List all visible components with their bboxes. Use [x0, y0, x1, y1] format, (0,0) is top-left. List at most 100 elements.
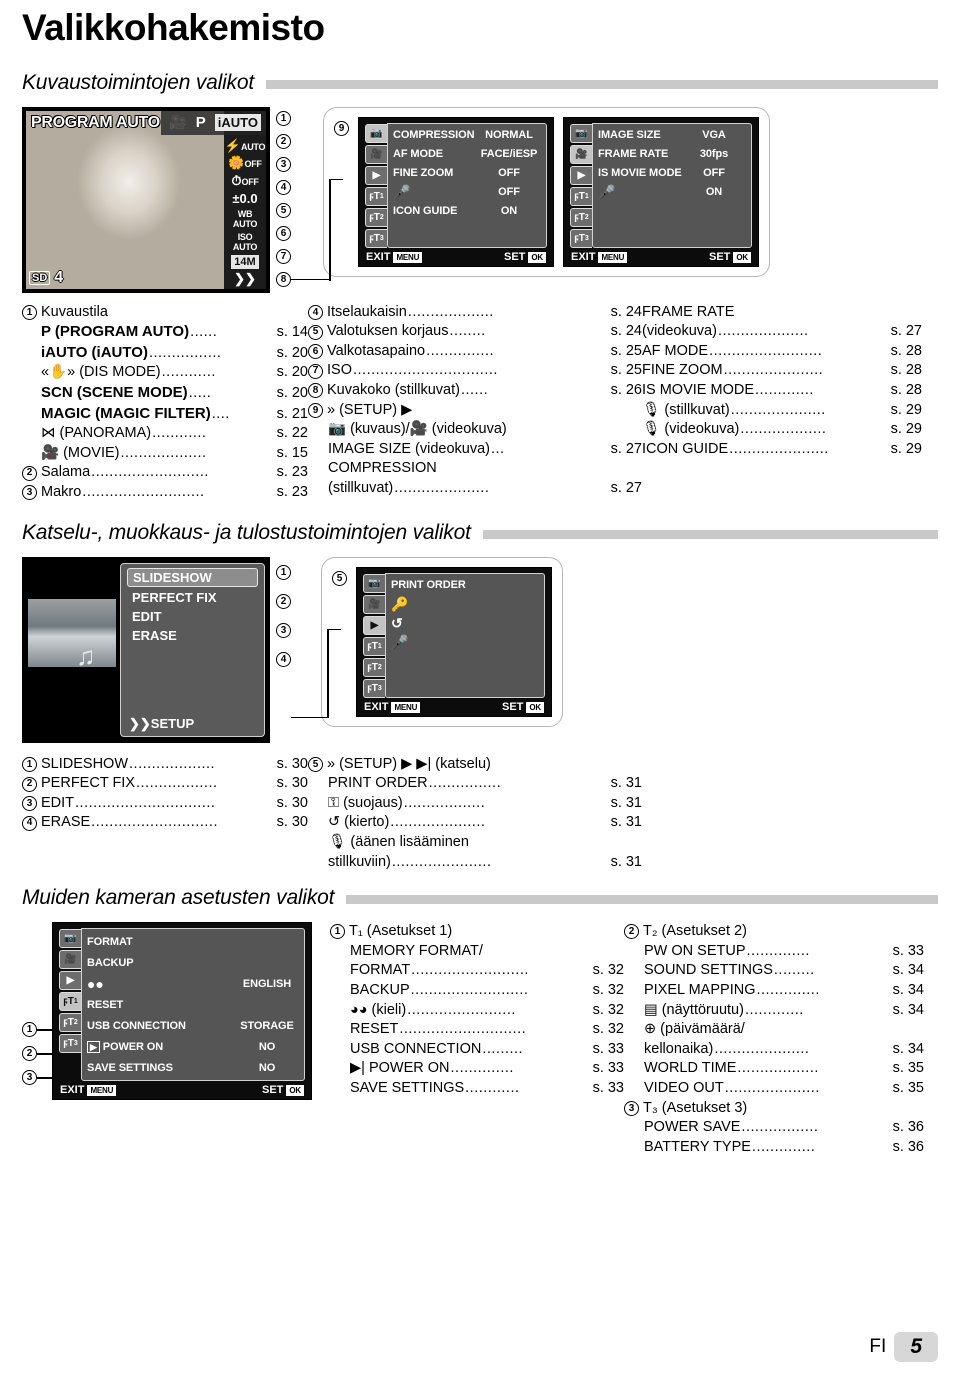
tab-setup-1[interactable]: ϝT 1: [365, 186, 387, 206]
tab-setup-3[interactable]: ϝT 3: [570, 228, 592, 248]
liveview-mode-selector[interactable]: 🎥 P iAUTO: [161, 110, 266, 135]
setup-index-col2: 2 T₂ (Asetukset 2) PW ON SETUP...........…: [624, 922, 924, 1157]
index-row: 5» (SETUP) ▶ ▶| (katselu): [308, 755, 642, 775]
image-size-chip: 14M: [231, 254, 259, 269]
menu-row[interactable]: BACKUP: [87, 952, 299, 973]
menu-row[interactable]: ●● ENGLISH: [87, 973, 299, 994]
tab-setup-2[interactable]: ϝT 2: [59, 1013, 81, 1033]
index-row: WORLD TIME.................. s. 35: [644, 1060, 924, 1077]
menu-row[interactable]: IS MOVIE MODE OFF: [598, 164, 746, 183]
tab-setup-1[interactable]: ϝT 1: [59, 992, 81, 1012]
tab-playback[interactable]: ▶: [365, 165, 387, 185]
menu-row[interactable]: 🎤 OFF: [393, 183, 541, 202]
index-row: SAVE SETTINGS............ s. 33: [350, 1079, 624, 1096]
menu-tabs-movie[interactable]: 📷 🎥 ▶ ϝT 1 ϝT 2 ϝT 3: [570, 123, 592, 248]
tab-setup-2[interactable]: ϝT 2: [363, 657, 385, 677]
menu-row-label: IS MOVIE MODE: [598, 167, 682, 180]
menu-row-value: ON: [705, 186, 723, 199]
playback-menu-item-slideshow[interactable]: SLIDESHOW: [127, 567, 258, 587]
menu-row[interactable]: ICON GUIDE ON: [393, 202, 541, 221]
set-hint[interactable]: SET OK: [262, 1084, 304, 1097]
section-heading-setup: Muiden kameran asetusten valikot: [22, 886, 938, 910]
tab-camera[interactable]: 📷: [59, 929, 81, 949]
mic-icon: 🎤: [598, 183, 616, 200]
set-hint[interactable]: SET OK: [504, 251, 546, 263]
tab-movie[interactable]: 🎥: [570, 144, 592, 164]
menu-row[interactable]: RESET: [87, 994, 299, 1015]
menu-row[interactable]: COMPRESSION NORMAL: [393, 126, 541, 145]
tab-setup-3[interactable]: ϝT 3: [59, 1034, 81, 1054]
tab-setup-2[interactable]: ϝT 2: [365, 207, 387, 227]
menu-row[interactable]: IMAGE SIZE VGA: [598, 126, 746, 145]
index-row: 🎙 (äänen lisääminen: [328, 834, 469, 850]
menu-row-label: FINE ZOOM: [393, 167, 454, 180]
exit-hint[interactable]: EXIT MENU: [60, 1084, 117, 1097]
tab-setup-2[interactable]: ϝT 2: [570, 207, 592, 227]
menu-footer-playback: EXIT MENU SET OK: [363, 698, 545, 713]
index-row: COMPRESSION: [328, 460, 437, 477]
tab-setup-1[interactable]: ϝT 1: [363, 636, 385, 656]
menu-row-value: NO: [258, 1040, 276, 1053]
menu-row[interactable]: PRINT ORDER: [391, 576, 539, 595]
menu-row[interactable]: USB CONNECTION STORAGE: [87, 1015, 299, 1036]
tab-playback[interactable]: ▶: [570, 165, 592, 185]
liveview-screen: PROGRAM AUTO 🎥 P iAUTO ⚡AUTO 🌼OFF ⏱OFF ±…: [22, 106, 270, 293]
playback-menu-item-edit[interactable]: EDIT: [127, 606, 258, 625]
setup-icon[interactable]: ❯❯: [234, 272, 256, 286]
menu-row[interactable]: ↺: [391, 614, 539, 633]
menu-row[interactable]: 🎤: [391, 633, 539, 652]
menu-row[interactable]: 🔑: [391, 595, 539, 614]
menu-tabs-still[interactable]: 📷 🎥 ▶ ϝT 1 ϝT 2 ϝT 3: [365, 123, 387, 248]
menu-row[interactable]: SAVE SETTINGS NO: [87, 1057, 299, 1078]
menu-tabs-setup[interactable]: 📷 🎥 ▶ ϝT 1 ϝT 2 ϝT 3: [59, 928, 81, 1081]
tab-camera[interactable]: 📷: [570, 123, 592, 143]
index-row: 🎙 (stillkuvat)..................... s. 29: [642, 401, 922, 418]
callout-1: 1: [276, 110, 291, 126]
playback-index-col2: 5» (SETUP) ▶ ▶| (katselu) PRINT ORDER...…: [308, 755, 642, 873]
menu-rows-still: COMPRESSION NORMAL AF MODE FACE/iESP FIN…: [387, 122, 547, 248]
menu-row-label: USB CONNECTION: [87, 1019, 186, 1032]
tab-movie[interactable]: 🎥: [59, 950, 81, 970]
menu-tabs-playback[interactable]: 📷 🎥 ▶ ϝT 1 ϝT 2 ϝT 3: [363, 573, 385, 698]
playback-menu-item-erase[interactable]: ERASE: [127, 625, 258, 644]
index-row: MEMORY FORMAT/: [350, 942, 483, 959]
tab-setup-1[interactable]: ϝT 1: [570, 186, 592, 206]
menu-row[interactable]: FINE ZOOM OFF: [393, 164, 541, 183]
tab-playback[interactable]: ▶: [59, 971, 81, 991]
tab-movie[interactable]: 🎥: [363, 594, 385, 614]
exit-hint[interactable]: EXIT MENU: [366, 251, 423, 263]
callout-6: 6: [276, 225, 291, 241]
tab-setup-3[interactable]: ϝT 3: [365, 228, 387, 248]
menu-row[interactable]: ▶ POWER ON NO: [87, 1036, 299, 1057]
tab-movie[interactable]: 🎥: [365, 144, 387, 164]
index-row: 4 ERASE............................ s. 30: [22, 813, 308, 833]
set-hint[interactable]: SET OK: [709, 251, 751, 263]
tab-camera[interactable]: 📷: [363, 573, 385, 593]
index-row: (videokuva).................... s. 27: [642, 323, 922, 340]
tab-playback[interactable]: ▶: [363, 615, 385, 635]
liveview-photo: [26, 110, 224, 289]
index-row: 5 Valotuksen korjaus........ s. 24: [308, 322, 642, 342]
menu-row[interactable]: AF MODE FACE/iESP: [393, 145, 541, 164]
section-heading-playback-text: Katselu-, muokkaus- ja tulostustoimintoj…: [22, 520, 471, 544]
index-row: BACKUP.......................... s. 32: [350, 981, 624, 998]
menu-row[interactable]: 🎤 ON: [598, 183, 746, 202]
set-hint[interactable]: SET OK: [502, 701, 544, 713]
exit-hint[interactable]: EXIT MENU: [364, 701, 421, 713]
tab-camera[interactable]: 📷: [365, 123, 387, 143]
index-row: IS MOVIE MODE............. s. 28: [642, 382, 922, 399]
heading-rule: [265, 79, 938, 89]
menu-row-value: OFF: [498, 167, 520, 180]
playback-menu-setup-link[interactable]: ❯❯SETUP: [129, 716, 194, 732]
rotate-icon: ↺: [391, 614, 403, 631]
callout-7: 7: [276, 248, 291, 264]
menu-row[interactable]: FRAME RATE 30fps: [598, 145, 746, 164]
exit-hint[interactable]: EXIT MENU: [571, 251, 628, 263]
index-row: BATTERY TYPE.............. s. 36: [644, 1138, 924, 1155]
playback-menu-item-perfectfix[interactable]: PERFECT FIX: [127, 587, 258, 606]
index-row: IMAGE SIZE (videokuva)... s. 27: [328, 440, 642, 457]
menu-row[interactable]: FORMAT: [87, 931, 299, 952]
callout-1: 1: [276, 564, 291, 580]
index-row: FINE ZOOM...................... s. 28: [642, 362, 922, 379]
tab-setup-3[interactable]: ϝT 3: [363, 678, 385, 698]
